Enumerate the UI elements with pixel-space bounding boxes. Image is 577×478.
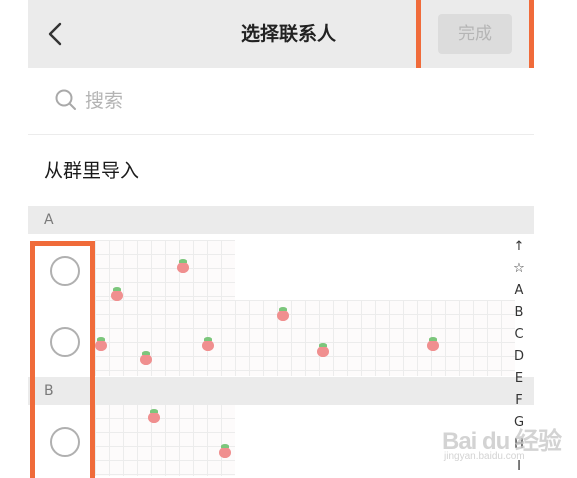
sticker-decoration bbox=[177, 259, 189, 273]
search-bar[interactable]: 搜索 bbox=[28, 68, 534, 135]
sticker-decoration bbox=[95, 337, 107, 351]
watermark-url: jingyan.baidu.com bbox=[444, 451, 525, 462]
import-from-group-label: 从群里导入 bbox=[44, 160, 140, 182]
index-item-a[interactable]: A bbox=[506, 280, 532, 302]
section-header-a: A bbox=[28, 206, 534, 234]
contact-item-obscured[interactable] bbox=[95, 404, 235, 476]
index-item-c[interactable]: C bbox=[506, 324, 532, 346]
highlight-box-radios bbox=[30, 241, 95, 478]
sticker-decoration bbox=[277, 307, 289, 321]
section-header-b: B bbox=[28, 377, 534, 405]
back-button[interactable] bbox=[43, 16, 71, 52]
index-item-star[interactable]: ☆ bbox=[506, 258, 532, 280]
index-item-b[interactable]: B bbox=[506, 302, 532, 324]
section-letter: A bbox=[44, 212, 54, 228]
contact-item-obscured[interactable] bbox=[95, 300, 515, 376]
sticker-decoration bbox=[202, 337, 214, 351]
index-item-e[interactable]: E bbox=[506, 368, 532, 390]
chevron-left-icon bbox=[48, 22, 62, 46]
sticker-decoration bbox=[140, 351, 152, 365]
sticker-decoration bbox=[219, 444, 231, 458]
index-item-d[interactable]: D bbox=[506, 346, 532, 368]
sticker-decoration bbox=[427, 337, 439, 351]
import-from-group-row[interactable]: 从群里导入 bbox=[28, 135, 534, 206]
baidu-watermark: Bai du 经验 jingyan.baidu.com bbox=[430, 405, 570, 465]
sticker-decoration bbox=[111, 287, 123, 301]
sticker-decoration bbox=[148, 409, 160, 423]
search-placeholder: 搜索 bbox=[85, 90, 124, 112]
search-icon bbox=[55, 89, 76, 110]
index-item-top[interactable]: ↑ bbox=[506, 236, 532, 258]
sticker-decoration bbox=[317, 343, 329, 357]
